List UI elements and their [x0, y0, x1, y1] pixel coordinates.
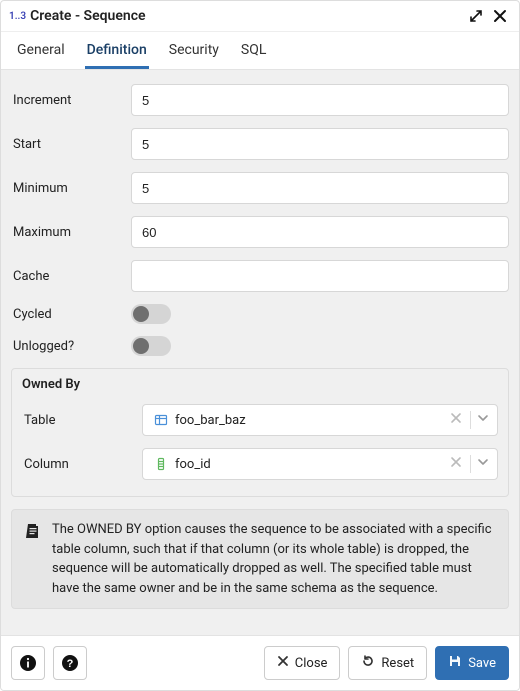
chevron-down-icon[interactable] — [475, 412, 491, 428]
owned-column-value: foo_id — [175, 457, 446, 472]
label-cycled: Cycled — [11, 307, 131, 322]
owned-table-select[interactable]: foo_bar_baz — [142, 404, 498, 436]
row-owned-table: Table foo_bar_baz — [22, 398, 498, 442]
info-button[interactable] — [11, 646, 45, 680]
label-increment: Increment — [11, 93, 131, 108]
tab-bar: General Definition Security SQL — [1, 32, 519, 70]
row-owned-column: Column foo_id — [22, 442, 498, 486]
row-increment: Increment — [11, 78, 509, 122]
expand-icon[interactable] — [467, 7, 485, 25]
help-button[interactable]: ? — [53, 646, 87, 680]
start-input[interactable] — [131, 128, 509, 160]
row-minimum: Minimum — [11, 166, 509, 210]
save-label: Save — [468, 656, 496, 671]
label-start: Start — [11, 137, 131, 152]
tab-general[interactable]: General — [15, 32, 67, 69]
minimum-input[interactable] — [131, 172, 509, 204]
unlogged-toggle[interactable] — [131, 336, 171, 356]
svg-text:?: ? — [67, 658, 74, 670]
chevron-down-icon[interactable] — [475, 456, 491, 472]
create-sequence-dialog: 1..3 Create - Sequence General Definitio… — [0, 0, 520, 691]
save-button[interactable]: Save — [435, 646, 509, 680]
cache-input[interactable] — [131, 260, 509, 292]
dialog-footer: ? Close Reset Save — [1, 635, 519, 690]
row-maximum: Maximum — [11, 210, 509, 254]
owned-by-legend: Owned By — [22, 375, 498, 398]
column-icon — [153, 456, 169, 472]
row-unlogged: Unlogged? — [11, 330, 509, 362]
reset-label: Reset — [381, 656, 414, 671]
increment-input[interactable] — [131, 84, 509, 116]
select-divider — [470, 411, 471, 429]
tab-security[interactable]: Security — [167, 32, 221, 69]
dialog-body: Increment Start Minimum Maximum Cache Cy… — [1, 70, 519, 635]
tab-sql[interactable]: SQL — [239, 32, 268, 69]
owned-by-group: Owned By Table foo_bar_baz — [11, 368, 509, 497]
dialog-title: Create - Sequence — [30, 8, 461, 24]
tab-definition[interactable]: Definition — [85, 32, 149, 69]
label-minimum: Minimum — [11, 181, 131, 196]
close-button[interactable]: Close — [264, 646, 341, 680]
label-owned-column: Column — [22, 457, 142, 472]
row-cycled: Cycled — [11, 298, 509, 330]
owned-column-select[interactable]: foo_id — [142, 448, 498, 480]
sequence-badge-icon: 1..3 — [9, 11, 26, 22]
maximum-input[interactable] — [131, 216, 509, 248]
owned-by-note: The OWNED BY option causes the sequence … — [11, 509, 509, 609]
titlebar: 1..3 Create - Sequence — [1, 1, 519, 32]
select-divider — [470, 455, 471, 473]
clear-icon[interactable] — [446, 456, 466, 472]
row-start: Start — [11, 122, 509, 166]
close-label: Close — [295, 656, 328, 671]
note-text: The OWNED BY option causes the sequence … — [52, 520, 496, 598]
table-icon — [153, 412, 169, 428]
clear-icon[interactable] — [446, 412, 466, 428]
label-maximum: Maximum — [11, 225, 131, 240]
reset-icon — [361, 654, 375, 672]
save-icon — [448, 654, 462, 672]
close-x-icon — [277, 655, 289, 671]
reset-button[interactable]: Reset — [348, 646, 427, 680]
row-cache: Cache — [11, 254, 509, 298]
label-cache: Cache — [11, 269, 131, 284]
close-icon[interactable] — [491, 7, 509, 25]
owned-table-value: foo_bar_baz — [175, 413, 446, 428]
label-unlogged: Unlogged? — [11, 339, 131, 354]
note-icon — [24, 522, 42, 598]
cycled-toggle[interactable] — [131, 304, 171, 324]
label-owned-table: Table — [22, 413, 142, 428]
